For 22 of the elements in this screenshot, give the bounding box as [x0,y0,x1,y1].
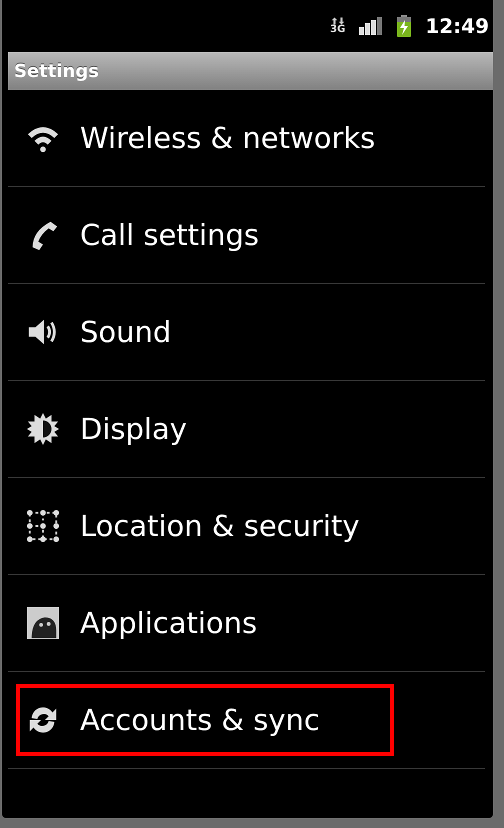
settings-item[interactable]: Applications [8,575,485,672]
item-label: Display [80,412,187,446]
item-label: Sound [80,315,172,349]
battery-charging-icon [397,15,412,37]
item-label: Location & security [80,509,360,543]
settings-item[interactable]: Display [8,381,485,478]
settings-item[interactable]: Wireless & networks [8,90,485,187]
settings-item[interactable]: Location & security [8,478,485,575]
brightness-icon [26,412,60,446]
robot-app-icon [26,606,60,640]
item-label: Accounts & sync [80,703,320,737]
screen-title: Settings [14,60,99,82]
dot-grid-icon [26,509,60,543]
signal-icon [359,17,384,35]
settings-item[interactable]: Sound [8,284,485,381]
item-label: Applications [80,606,258,640]
item-label: Wireless & networks [80,121,376,155]
clock-time: 12:49 [425,14,489,38]
network-indicator: 3G [330,17,346,35]
item-label: Call settings [80,218,259,252]
data-arrows-icon [330,17,345,25]
settings-item[interactable]: Call settings [8,187,485,284]
